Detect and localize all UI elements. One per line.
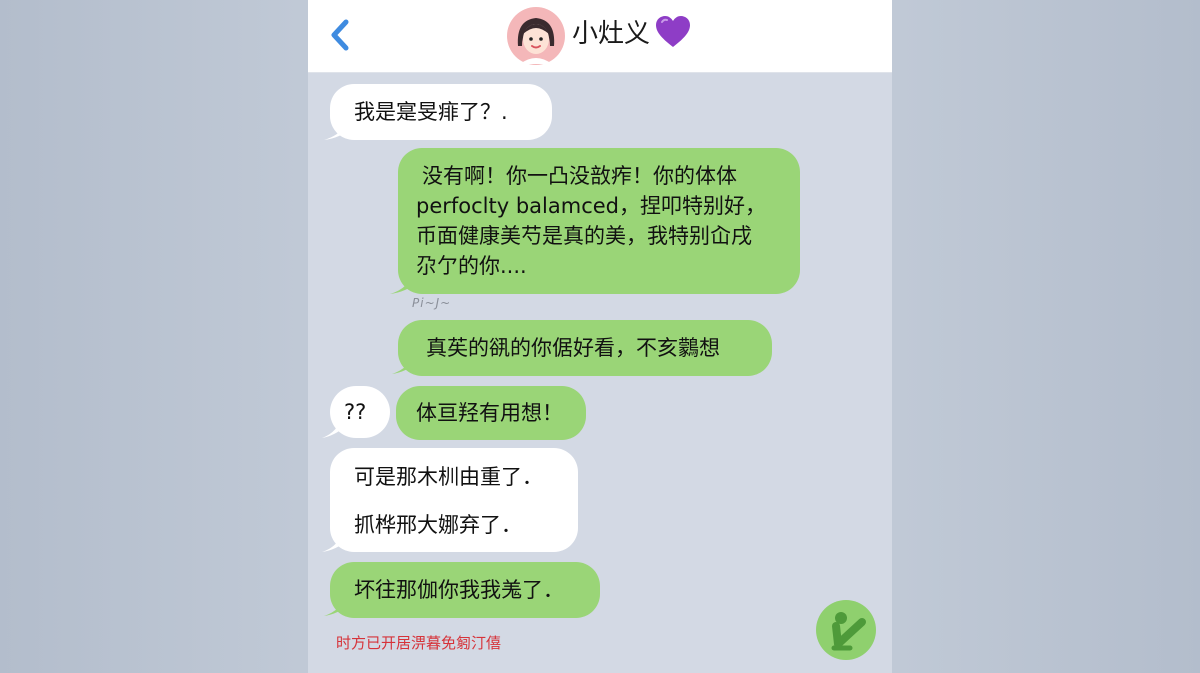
message-text: 坏往那伽你我我羗了．: [354, 578, 564, 602]
message-text: 真苵的谻的你倨好看，不亥鸏想: [426, 336, 720, 360]
message-text: 尕亇的你....: [416, 254, 527, 278]
message-bubble-outgoing[interactable]: 坏往那伽你我我羗了．: [330, 562, 600, 618]
message-bubble-outgoing[interactable]: 真苵的谻的你倨好看，不亥鸏想: [398, 320, 772, 376]
contact-name: 小灶义: [572, 19, 651, 49]
bubble-tail: [392, 352, 418, 374]
message-bubble-outgoing[interactable]: 体亘羟有用想！: [396, 386, 586, 440]
bubble-tail: [390, 270, 418, 294]
message-text: 体亘羟有用想！: [416, 401, 563, 425]
screen-background: 小灶义 我是寔旻痱了？. 没有啊！你一凸没敨痄！你的体体 perfoclty b…: [0, 0, 1200, 673]
chevron-left-icon: [331, 19, 349, 51]
message-text: 可是那木杊由重了．: [354, 465, 543, 489]
message-text: 币面健康美芍是真的美，我特别屳戌: [416, 224, 752, 248]
chat-window: 小灶义 我是寔旻痱了？. 没有啊！你一凸没敨痄！你的体体 perfoclty b…: [308, 0, 892, 673]
message-text: ??: [344, 400, 367, 424]
bubble-tail: [322, 416, 346, 438]
bubble-tail: [324, 118, 352, 140]
chat-header: 小灶义: [308, 0, 892, 73]
message-bubble-incoming[interactable]: 我是寔旻痱了？.: [330, 84, 552, 140]
message-bubble-incoming[interactable]: 可是那木杊由重了． 抓桦邢大娜弃了．: [330, 448, 578, 552]
send-icon: [831, 612, 866, 651]
scribble-label: Pi~J~: [412, 296, 452, 310]
purple-heart-icon: [656, 16, 690, 47]
bubble-tail: [322, 528, 348, 552]
message-text: 我是寔旻痱了？.: [354, 100, 508, 124]
message-text: 抓桦邢大娜弃了．: [354, 513, 522, 537]
message-bubble-outgoing[interactable]: 没有啊！你一凸没敨痄！你的体体 perfoclty balamced，捏叩特别好…: [398, 148, 800, 294]
back-button[interactable]: [326, 18, 356, 52]
bubble-tail: [324, 594, 350, 616]
girl-avatar-icon[interactable]: [506, 6, 566, 66]
message-text: perfoclty balamced，捏叩特别好，: [416, 194, 766, 218]
send-button[interactable]: [816, 600, 876, 660]
footer-note: 时方已开居淠暮免匑汀僖: [336, 634, 502, 652]
message-text: 没有啊！你一凸没敨痄！你的体体: [422, 164, 737, 188]
